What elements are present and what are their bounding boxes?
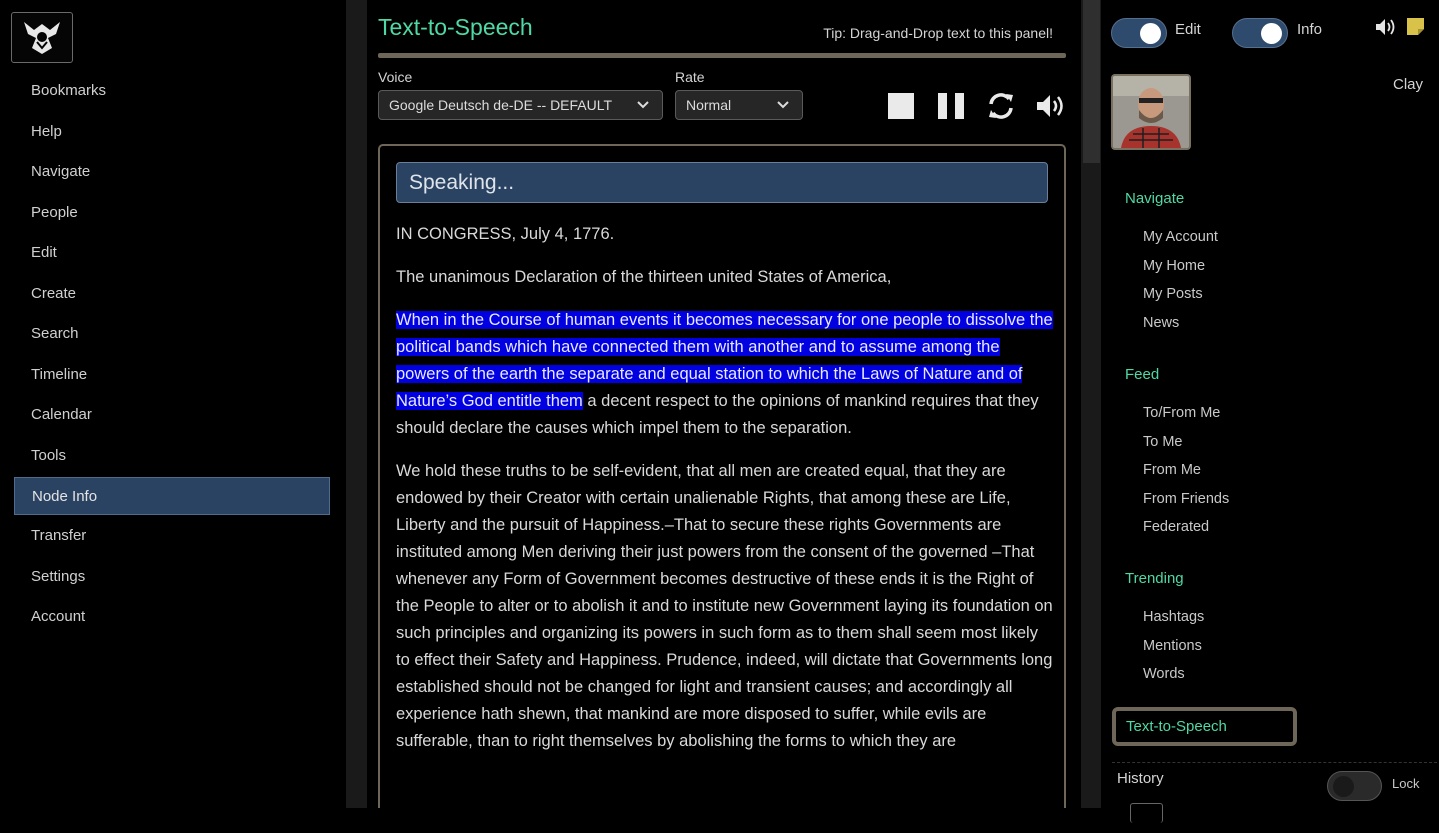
edit-toggle-label: Edit bbox=[1175, 21, 1201, 38]
right-sidebar: Edit Info Clay Navigate My Account My Ho… bbox=[1101, 0, 1439, 833]
paragraph: We hold these truths to be self-evident,… bbox=[396, 462, 1053, 750]
nav-link-from-me[interactable]: From Me bbox=[1143, 462, 1201, 478]
nav-link-my-posts[interactable]: My Posts bbox=[1143, 286, 1203, 302]
username: Clay bbox=[1392, 76, 1423, 93]
user-photo-icon bbox=[1113, 76, 1189, 148]
logo-emblem-icon bbox=[24, 21, 60, 54]
menu-item-help[interactable]: Help bbox=[14, 112, 330, 153]
left-gutter bbox=[346, 0, 367, 808]
menu-item-people[interactable]: People bbox=[14, 193, 330, 234]
scrollbar-thumb[interactable] bbox=[1083, 0, 1100, 163]
info-toggle[interactable] bbox=[1232, 18, 1288, 48]
volume-button[interactable] bbox=[1035, 90, 1067, 122]
menu-item-bookmarks[interactable]: Bookmarks bbox=[14, 71, 330, 112]
paragraph: When in the Course of human events it be… bbox=[396, 307, 1056, 442]
drag-drop-tip: Tip: Drag-and-Drop text to this panel! bbox=[823, 25, 1053, 41]
info-toggle-label: Info bbox=[1297, 21, 1323, 38]
nav-link-from-friends[interactable]: From Friends bbox=[1143, 491, 1229, 507]
chevron-down-icon bbox=[637, 101, 649, 109]
nav-link-my-account[interactable]: My Account bbox=[1143, 229, 1218, 245]
lock-toggle[interactable] bbox=[1327, 771, 1382, 801]
sticky-note-icon[interactable] bbox=[1406, 17, 1425, 36]
nav-heading-feed[interactable]: Feed bbox=[1125, 366, 1159, 383]
menu-item-node-info[interactable]: Node Info bbox=[14, 477, 330, 515]
rate-select[interactable]: Normal bbox=[675, 90, 803, 120]
menu-item-edit[interactable]: Edit bbox=[14, 233, 330, 274]
refresh-icon bbox=[989, 93, 1013, 119]
rate-label: Rate bbox=[675, 69, 705, 85]
app-logo[interactable] bbox=[11, 12, 73, 63]
nav-link-to-from-me[interactable]: To/From Me bbox=[1143, 405, 1220, 421]
stop-button[interactable] bbox=[885, 90, 917, 122]
history-label: History bbox=[1117, 770, 1164, 787]
panel-title: Text-to-Speech bbox=[378, 14, 533, 40]
paragraph: IN CONGRESS, July 4, 1776. bbox=[396, 225, 615, 243]
avatar[interactable] bbox=[1111, 74, 1191, 150]
toggle-knob bbox=[1333, 776, 1354, 797]
left-sidebar: Bookmarks Help Navigate People Edit Crea… bbox=[0, 0, 346, 833]
menu-item-calendar[interactable]: Calendar bbox=[14, 395, 330, 436]
title-divider bbox=[378, 53, 1066, 58]
menu-item-create[interactable]: Create bbox=[14, 274, 330, 315]
nav-heading-navigate[interactable]: Navigate bbox=[1125, 190, 1184, 207]
nav-link-news[interactable]: News bbox=[1143, 315, 1179, 331]
menu-item-timeline[interactable]: Timeline bbox=[14, 355, 330, 396]
speech-text-area[interactable]: Speaking... IN CONGRESS, July 4, 1776. T… bbox=[378, 144, 1066, 808]
toggle-knob bbox=[1261, 23, 1282, 44]
menu-item-search[interactable]: Search bbox=[14, 314, 330, 355]
speaking-status: Speaking... bbox=[396, 162, 1048, 203]
chevron-down-icon bbox=[777, 101, 789, 109]
tts-panel: Text-to-Speech Tip: Drag-and-Drop text t… bbox=[367, 0, 1081, 808]
voice-label: Voice bbox=[378, 69, 413, 85]
nav-heading-trending[interactable]: Trending bbox=[1125, 570, 1184, 587]
history-item[interactable] bbox=[1130, 803, 1163, 823]
nav-link-words[interactable]: Words bbox=[1143, 666, 1185, 682]
nav-link-federated[interactable]: Federated bbox=[1143, 519, 1209, 535]
nav-link-my-home[interactable]: My Home bbox=[1143, 258, 1205, 274]
paragraph: The unanimous Declaration of the thirtee… bbox=[396, 268, 892, 286]
pause-icon bbox=[938, 93, 964, 119]
menu-item-tools[interactable]: Tools bbox=[14, 436, 330, 477]
speech-text: IN CONGRESS, July 4, 1776. The unanimous… bbox=[396, 221, 1056, 771]
nav-link-to-me[interactable]: To Me bbox=[1143, 434, 1183, 450]
edit-toggle[interactable] bbox=[1111, 18, 1167, 48]
main-menu: Bookmarks Help Navigate People Edit Crea… bbox=[14, 71, 330, 638]
restart-button[interactable] bbox=[985, 90, 1017, 122]
voice-select-value: Google Deutsch de-DE -- DEFAULT bbox=[389, 97, 613, 113]
pause-button[interactable] bbox=[935, 90, 967, 122]
volume-icon bbox=[1037, 95, 1063, 117]
nav-link-hashtags[interactable]: Hashtags bbox=[1143, 609, 1204, 625]
nav-link-text-to-speech[interactable]: Text-to-Speech bbox=[1112, 707, 1297, 746]
menu-item-settings[interactable]: Settings bbox=[14, 557, 330, 598]
rate-select-value: Normal bbox=[686, 97, 732, 113]
voice-select[interactable]: Google Deutsch de-DE -- DEFAULT bbox=[378, 90, 663, 120]
speaker-icon[interactable] bbox=[1375, 17, 1397, 37]
stop-icon bbox=[888, 93, 914, 119]
nav-link-mentions[interactable]: Mentions bbox=[1143, 638, 1202, 654]
menu-item-navigate[interactable]: Navigate bbox=[14, 152, 330, 193]
lock-label: Lock bbox=[1392, 776, 1420, 791]
history-divider bbox=[1112, 762, 1437, 763]
menu-item-account[interactable]: Account bbox=[14, 597, 330, 638]
toggle-knob bbox=[1140, 23, 1161, 44]
menu-item-transfer[interactable]: Transfer bbox=[14, 516, 330, 557]
